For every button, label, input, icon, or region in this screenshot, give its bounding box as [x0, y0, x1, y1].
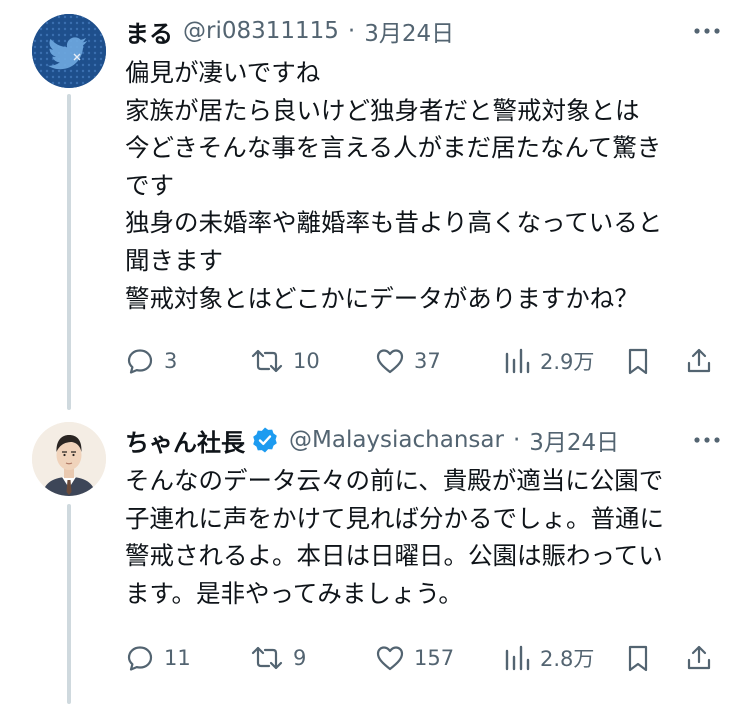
tweet-2[interactable]: ちゃん社長 @Malaysiachansar · 3月24日 そんなのデータ云々… [0, 410, 750, 710]
bird-logo-icon [32, 14, 106, 88]
bookmark-button[interactable] [624, 341, 652, 381]
like-count: 157 [414, 646, 455, 670]
views-chart-icon [505, 645, 530, 671]
retweet-count: 10 [293, 349, 320, 373]
retweet-count: 9 [293, 646, 307, 670]
user-handle[interactable]: @Malaysiachansar [289, 427, 504, 453]
share-icon [687, 645, 711, 670]
tweet-date[interactable]: 3月24日 [364, 14, 454, 48]
retweet-button[interactable]: 9 [250, 638, 306, 678]
reply-count: 11 [164, 646, 191, 670]
views-count: 2.8万 [540, 647, 595, 671]
retweet-button[interactable]: 10 [250, 341, 320, 381]
tweet-text-line: 家族が居たら良いけど独身者だと警戒対象とは [125, 95, 640, 125]
reply-button[interactable]: 11 [125, 638, 191, 678]
like-count: 37 [414, 349, 441, 373]
separator-dot: · [347, 18, 356, 44]
bookmark-icon [628, 348, 648, 375]
display-name[interactable]: ちゃん社長 [125, 423, 245, 458]
tweet-1[interactable]: まる @ri08311115 · 3月24日 偏見が凄いですね 家族が居たら良い… [0, 0, 750, 410]
illustrated-man-portrait-icon [32, 422, 106, 496]
tweet-text: 偏見が凄いですね 家族が居たら良いけど独身者だと警戒対象とは 今どきそんな事を言… [125, 54, 725, 317]
views-chart-icon [505, 348, 530, 374]
like-button[interactable]: 157 [375, 638, 454, 678]
tweet-date[interactable]: 3月24日 [529, 423, 619, 457]
bookmark-icon [628, 645, 648, 672]
views-button[interactable]: 2.8万 [503, 638, 594, 678]
user-handle[interactable]: @ri08311115 [183, 18, 339, 44]
avatar[interactable] [32, 422, 106, 496]
more-options-icon[interactable] [689, 425, 725, 455]
views-button[interactable]: 2.9万 [503, 341, 594, 381]
separator-dot: · [512, 427, 521, 453]
action-bar: 11 9 157 2.8万 [120, 638, 728, 678]
share-button[interactable] [684, 638, 714, 678]
tweet-text-line: ます。是非やってみましょう。 [125, 578, 463, 608]
display-name[interactable]: まる [125, 14, 173, 49]
tweet-text: そんなのデータ云々の前に、貴殿が適当に公園で 子連れに声をかけて見れば分かるでし… [125, 462, 725, 612]
retweet-icon [251, 349, 283, 373]
reply-count: 3 [164, 349, 178, 373]
tweet-text-line: です [125, 170, 174, 200]
tweet-text-line: そんなのデータ云々の前に、貴殿が適当に公園で [125, 466, 664, 495]
reply-icon [127, 646, 153, 671]
tweet-text-line: 偏見が凄いですね [125, 58, 321, 87]
views-count: 2.9万 [540, 350, 595, 374]
tweet-text-line: 警戒されるよ。本日は日曜日。公園は賑わってい [125, 541, 663, 571]
bookmark-button[interactable] [624, 638, 652, 678]
tweet-text-line: 子連れに声をかけて見れば分かるでしょ。普通に [125, 503, 664, 533]
tweet-text-line: 今どきそんな事を言える人がまだ居たなんて驚き [125, 133, 662, 163]
reply-icon [127, 349, 153, 374]
verified-badge-icon [253, 427, 277, 453]
retweet-icon [251, 646, 283, 670]
heart-icon [376, 646, 404, 671]
tweet-header: まる @ri08311115 · 3月24日 [125, 14, 725, 48]
tweet-text-line: 聞きます [125, 245, 223, 275]
heart-icon [376, 349, 404, 374]
share-icon [687, 348, 711, 373]
share-button[interactable] [684, 341, 714, 381]
tweet-text-line: 警戒対象とはどこかにデータがありますかね？ [125, 283, 639, 313]
tweet-text-line: 独身の未婚率や離婚率も昔より高くなっていると [125, 208, 663, 238]
tweet-header: ちゃん社長 @Malaysiachansar · 3月24日 [125, 423, 725, 457]
more-options-icon[interactable] [689, 16, 725, 46]
reply-button[interactable]: 3 [125, 341, 177, 381]
like-button[interactable]: 37 [375, 341, 441, 381]
avatar[interactable] [32, 14, 106, 88]
action-bar: 3 10 37 2.9万 [120, 341, 728, 381]
